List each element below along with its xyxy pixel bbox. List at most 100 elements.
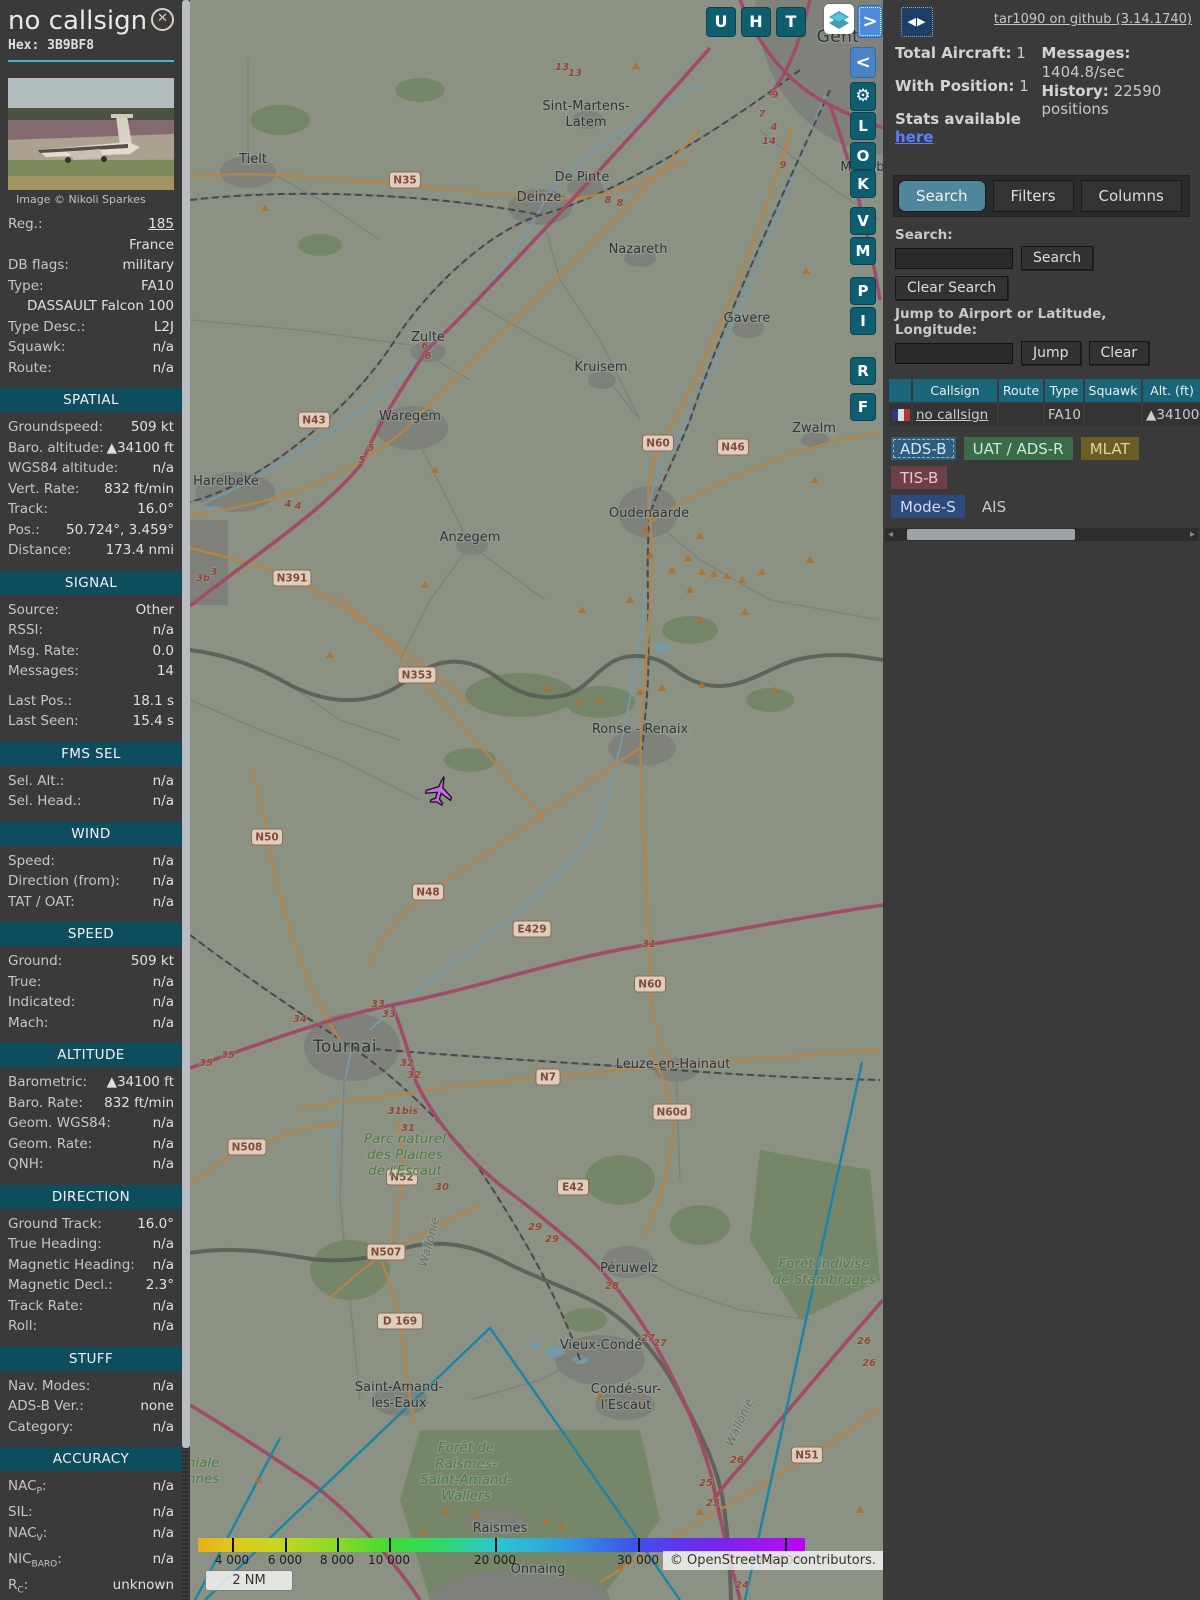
info-value: n/a [153,1377,174,1396]
map-button-m[interactable]: M [850,237,876,265]
close-icon[interactable]: ✕ [151,8,174,31]
info-row: Roll:n/a [0,1316,182,1337]
map-label: 9 [772,90,779,101]
tab-search[interactable]: Search [898,180,986,212]
stats-right-column: Messages:1404.8/sec History: 22590positi… [1042,44,1189,161]
row-callsign[interactable]: no callsign [916,407,988,423]
scroll-right-icon[interactable]: ▸ [1190,528,1195,541]
col-alt[interactable]: Alt. (ft) [1143,379,1200,402]
layers-button[interactable] [824,4,854,34]
col-route[interactable]: Route [999,379,1043,402]
info-row: France [0,235,182,256]
info-value: L2J [154,318,174,337]
info-label: Roll: [8,1317,37,1336]
info-label: Sel. Alt.: [8,772,64,791]
info-label: Type Desc.: [8,318,85,337]
map-button-p[interactable]: P [850,277,876,305]
map-button-r[interactable]: R [850,357,876,385]
callsign-title: no callsign [8,6,174,36]
col-callsign[interactable]: Callsign [913,379,997,402]
history-stat: History: 22590positions [1042,82,1189,120]
info-label: Barometric: [8,1073,87,1092]
info-value: n/a [153,1418,174,1437]
map-label: 26 [862,1358,876,1369]
info-row: Groundspeed:509 kt [0,417,182,438]
badge-mlat[interactable]: MLAT [1081,437,1139,460]
scrollbar-thumb[interactable] [907,529,1075,540]
map-button-k[interactable]: K [850,170,876,198]
info-value: n/a [153,1550,174,1574]
map-button-f[interactable]: F [850,393,876,421]
search-input[interactable] [895,248,1013,269]
map-label: N51 [795,1450,818,1462]
table-header-row[interactable]: Callsign Route Type Squawk Alt. (ft) S [889,379,1200,402]
info-row: Speed:n/a [0,851,182,872]
col-squawk[interactable]: Squawk [1085,379,1141,402]
info-row: Track Rate:n/a [0,1296,182,1317]
info-value: military [122,256,174,275]
clear-search-button[interactable]: Clear Search [895,276,1008,300]
badge-adsb[interactable]: ADS-B [891,437,956,460]
info-value: n/a [153,621,174,640]
map-label: Saint-Amand- [355,1380,444,1395]
scroll-left-icon[interactable]: ◂ [888,528,893,541]
info-row: Mach:n/a [0,1013,182,1034]
map-label: 8 [605,195,612,206]
tab-filters[interactable]: Filters [993,180,1074,212]
map-canvas: N35N43N60N46N391N353N50N48E429N60N7N60dN… [190,0,883,1600]
info-label: Indicated: [8,993,75,1012]
tab-columns[interactable]: Columns [1081,180,1182,212]
map-attribution[interactable]: © OpenStreetMap contributors. [663,1551,883,1570]
map-label: 31 [642,939,656,950]
table-row[interactable]: no callsign FA10 ▲34100 [889,404,1200,426]
settings-gear-icon[interactable]: ⚙ [850,82,876,111]
map-label: 3 [211,567,218,578]
legend-tick-label: 8 000 [320,1553,354,1567]
info-value: n/a [153,1235,174,1254]
badge-ais[interactable]: AIS [973,495,1015,518]
map-label: N48 [416,887,439,899]
map[interactable]: N35N43N60N46N391N353N50N48E429N60N7N60dN… [190,0,883,1600]
info-label: NACP: [8,1477,47,1501]
jump-button[interactable]: Jump [1021,341,1081,365]
map-label: Deinze [517,190,562,205]
map-button-i[interactable]: I [850,307,876,335]
panel-expand-button[interactable]: > [857,5,883,38]
map-label: 30 [435,1182,449,1193]
legend-tick-label: 4 000 [215,1553,249,1567]
jump-input[interactable] [895,343,1013,364]
badge-tisb[interactable]: TIS-B [891,466,947,489]
map-button-t[interactable]: T [776,7,806,37]
info-label: True: [8,973,41,992]
map-button-o[interactable]: O [850,142,876,170]
search-button[interactable]: Search [1021,246,1093,270]
map-label: Wallers [441,1488,490,1504]
github-link[interactable]: tar1090 on github (3.14.1740) [994,12,1192,27]
map-button-h[interactable]: H [741,7,771,37]
badge-uat-adsr[interactable]: UAT / ADS-R [964,437,1073,460]
legend-tick-label: 10 000 [368,1553,410,1567]
clear-jump-button[interactable]: Clear [1089,341,1150,365]
info-label: Distance: [8,541,72,560]
table-horizontal-scrollbar[interactable]: ◂ ▸ [885,528,1198,541]
sidebar-scrollbar[interactable] [182,0,190,1600]
badge-modes[interactable]: Mode-S [891,495,965,518]
col-type[interactable]: Type [1045,379,1083,402]
legend-tick [638,1538,640,1552]
map-label: Parc naturel [364,1131,446,1147]
section-header: STUFF [0,1347,182,1371]
legend-tick-label: 30 000 [617,1553,659,1567]
panel-toggle-icon[interactable]: ◀▶ [901,7,933,37]
info-label: Ground: [8,952,62,971]
stats-here-link[interactable]: here [895,128,933,146]
map-button-u[interactable]: U [706,7,736,37]
map-button-v[interactable]: V [850,207,876,235]
sidebar-scrollbar-thumb[interactable] [182,0,190,1448]
info-row: Squawk:n/a [0,337,182,358]
photo-caption: Image © Nikoli Sparkes [16,193,166,206]
map-label: 35 [221,1050,235,1061]
map-button-l[interactable]: L [850,112,876,140]
info-row: NICBARO:n/a [0,1549,182,1575]
map-label: l'Escaut [601,1398,652,1413]
panel-collapse-button[interactable]: < [850,47,876,78]
